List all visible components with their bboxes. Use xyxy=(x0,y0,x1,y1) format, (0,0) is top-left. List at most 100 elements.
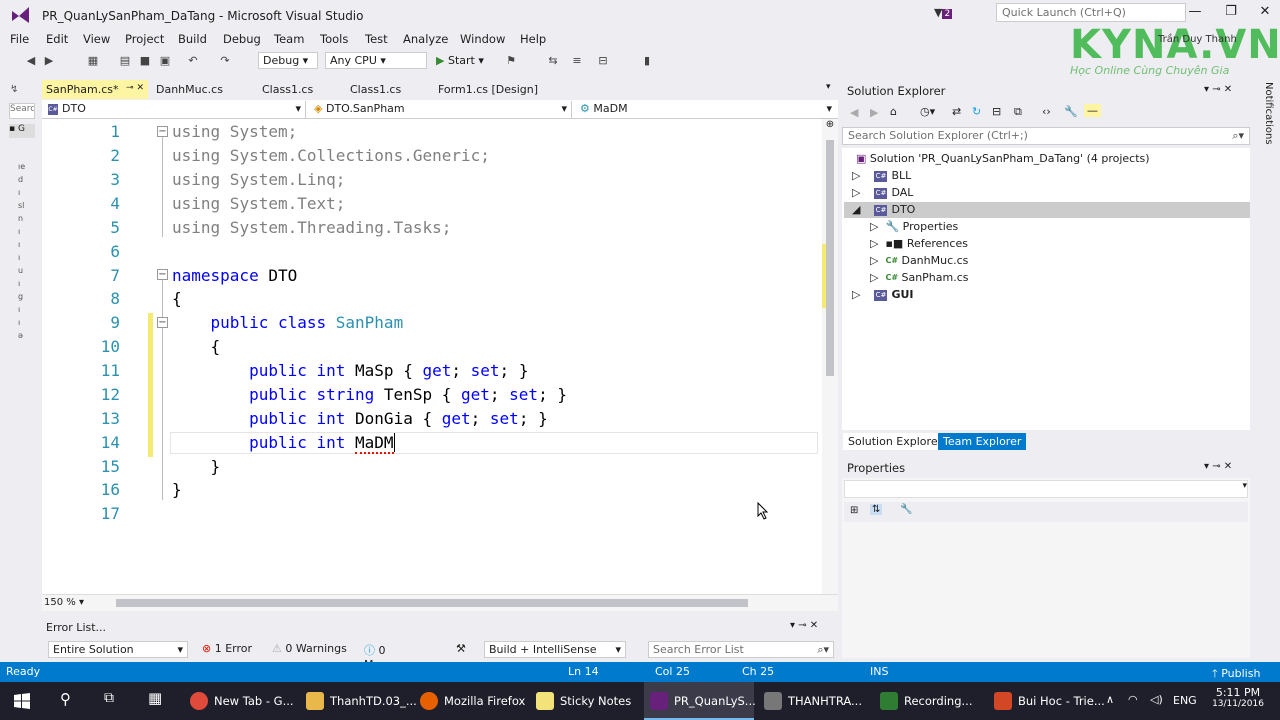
build-intellisense-select[interactable]: Build + IntelliSense ▾ xyxy=(484,641,626,658)
warnings-filter-button[interactable]: ⚠ 0 Warnings xyxy=(268,641,354,658)
search-icon[interactable]: ⚲ xyxy=(60,690,71,708)
menu-view[interactable]: View xyxy=(83,32,110,46)
menu-window[interactable]: Window xyxy=(460,32,505,46)
menu-tools[interactable]: Tools xyxy=(320,32,348,46)
solution-config-select[interactable]: Debug ▾ xyxy=(258,52,318,69)
show-all-files-icon[interactable]: ⧉ xyxy=(1014,105,1022,119)
horizontal-scroll-thumb[interactable] xyxy=(116,599,748,607)
save-all-icon[interactable]: ▣ xyxy=(158,54,172,68)
properties-object-select[interactable]: ▾ xyxy=(844,480,1248,498)
expand-icon[interactable]: ▷ xyxy=(870,271,878,284)
menu-analyze[interactable]: Analyze xyxy=(403,32,448,46)
clock[interactable]: 5:11 PM 13/11/2016 xyxy=(1212,686,1264,709)
sync-icon[interactable]: ⇄ xyxy=(952,105,961,118)
back-icon[interactable]: ◀ xyxy=(850,106,858,119)
menu-edit[interactable]: Edit xyxy=(46,32,68,46)
error-filter-icon[interactable]: ⚒ xyxy=(452,641,476,658)
class-dropdown[interactable]: ◈ DTO.SanPham ▾ xyxy=(310,101,572,118)
notifications-flag[interactable]: ▼ 2 xyxy=(934,6,953,19)
tab-team-explorer[interactable]: Team Explorer xyxy=(938,433,1027,450)
language-indicator[interactable]: ENG xyxy=(1173,694,1197,707)
taskbar-powerpoint[interactable]: Bui Hoc - Trie... xyxy=(988,682,1105,720)
error-scope-select[interactable]: Entire Solution ▾ xyxy=(48,641,188,658)
collapse-icon[interactable]: ◢ xyxy=(852,203,860,216)
expand-icon[interactable]: ▷ xyxy=(870,237,878,250)
server-explorer-tab[interactable]: ↯ xyxy=(10,84,18,95)
tray-chevron-icon[interactable]: ∧ xyxy=(1106,693,1114,706)
windows-start-icon[interactable] xyxy=(14,693,30,709)
menu-team[interactable]: Team xyxy=(274,32,304,46)
toolbox-general[interactable]: ▪ G xyxy=(9,124,35,138)
view-code-icon[interactable]: ‹› xyxy=(1042,105,1051,118)
expand-icon[interactable]: ▷ xyxy=(870,254,878,267)
taskbar-firefox[interactable]: Mozilla Firefox xyxy=(414,682,526,720)
menu-build[interactable]: Build xyxy=(178,32,207,46)
undo-icon[interactable]: ↶ xyxy=(186,54,200,68)
tab-danhmuc[interactable]: DanhMuc.cs xyxy=(152,80,252,99)
properties-icon[interactable]: 🔧 xyxy=(1064,105,1078,118)
back-icon[interactable]: ◀ xyxy=(24,54,38,68)
solution-explorer-search[interactable]: Search Solution Explorer (Ctrl+;) ⌕▾ xyxy=(842,127,1250,145)
forward-icon[interactable]: ▶ xyxy=(42,54,56,68)
property-pages-icon[interactable]: 🔧 xyxy=(900,504,912,515)
expand-icon[interactable]: ▷ xyxy=(852,288,860,301)
tab-form1-design[interactable]: Form1.cs [Design] xyxy=(434,80,554,99)
network-icon[interactable]: ◠ xyxy=(1128,693,1138,706)
refresh-icon[interactable]: ↻ xyxy=(972,105,981,118)
member-dropdown[interactable]: ⚙ MaDM ▾ xyxy=(576,101,836,118)
tree-file-sanpham[interactable]: ▷ C# SanPham.cs xyxy=(870,271,969,284)
taskbar-recording[interactable]: Recording... xyxy=(874,682,986,720)
platform-select[interactable]: Any CPU ▾ xyxy=(325,52,427,69)
tab-dropdown-icon[interactable]: ▾ xyxy=(826,82,831,92)
maximize-button[interactable]: ❐ xyxy=(1216,4,1246,22)
pin-icon[interactable]: ⊸ ✕ xyxy=(126,83,144,93)
minimize-button[interactable]: — xyxy=(1180,4,1210,22)
tree-project-dal[interactable]: ▷ C# DAL xyxy=(852,186,913,199)
messages-filter-button[interactable]: ⓘ 0 Messages xyxy=(360,641,442,671)
collapse-icon[interactable]: − xyxy=(157,269,168,280)
notifications-side-tab[interactable]: Notifications xyxy=(1258,82,1274,192)
errors-filter-button[interactable]: ⊗ 1 Error xyxy=(198,641,260,658)
tree-references[interactable]: ▷ ▪■ References xyxy=(870,237,968,250)
tab-sanpham[interactable]: SanPham.cs* ⊸ ✕ xyxy=(42,80,148,99)
bookmark-icon[interactable]: ▮ xyxy=(640,54,654,68)
home-icon[interactable]: ⌂ xyxy=(890,105,897,118)
taskbar-thanhtra[interactable]: THANHTRA... xyxy=(758,682,870,720)
pending-changes-icon[interactable]: ◷▾ xyxy=(920,105,935,118)
alphabetical-icon[interactable]: ⇅ xyxy=(870,504,883,515)
quick-launch-input[interactable]: Quick Launch (Ctrl+Q) xyxy=(996,3,1186,22)
start-button[interactable]: ▶ Start ▾ xyxy=(436,54,484,67)
panel-controls[interactable]: ▾ ⊸ ✕ xyxy=(1204,461,1232,472)
split-icon[interactable]: ⊕ xyxy=(822,119,838,133)
tab-solution-explorer[interactable]: Solution Explorer xyxy=(843,433,948,450)
taskbar-sticky-notes[interactable]: Sticky Notes xyxy=(530,682,640,720)
tab-class1-a[interactable]: Class1.cs xyxy=(258,80,338,99)
toolbar-icon-1[interactable]: ⚑ xyxy=(504,54,518,68)
task-view-icon[interactable]: ⧉ xyxy=(104,690,114,706)
project-dropdown[interactable]: C# DTO ▾ xyxy=(44,101,306,118)
calculator-icon[interactable]: ▦ xyxy=(148,689,162,707)
panel-controls[interactable]: ▾ ⊸ ✕ xyxy=(1204,84,1232,95)
code-editor[interactable] xyxy=(42,119,822,594)
collapse-icon[interactable]: − xyxy=(157,126,168,137)
close-button[interactable]: ✕ xyxy=(1250,4,1280,22)
taskbar-folder[interactable]: ThanhTD.03_... xyxy=(300,682,417,720)
taskbar-chrome[interactable]: New Tab - G... xyxy=(184,682,294,720)
categorized-icon[interactable]: ⊞ xyxy=(850,505,858,516)
save-icon[interactable]: ■ xyxy=(138,54,152,68)
tab-class1-b[interactable]: Class1.cs xyxy=(346,80,426,99)
tree-solution[interactable]: ▣ Solution 'PR_QuanLySanPham_DaTang' (4 … xyxy=(856,152,1150,165)
toolbox-search[interactable]: Searc xyxy=(9,103,35,119)
menu-test[interactable]: Test xyxy=(365,32,388,46)
toolbar-icon-2[interactable]: ⇆ xyxy=(546,54,560,68)
menu-project[interactable]: Project xyxy=(125,32,164,46)
toolbar-icon-4[interactable]: ⊟ xyxy=(596,54,610,68)
tree-file-danhmuc[interactable]: ▷ C# DanhMuc.cs xyxy=(870,254,968,267)
collapse-all-icon[interactable]: ⊟ xyxy=(992,105,1001,118)
open-file-icon[interactable]: ▤ xyxy=(118,54,132,68)
scroll-thumb[interactable] xyxy=(826,140,834,376)
search-error-list-input[interactable]: Search Error List ⌕▾ xyxy=(648,641,834,658)
toolbar-icon-3[interactable]: ≡ xyxy=(570,54,584,68)
zoom-select[interactable]: 150 % ▾ xyxy=(44,597,100,609)
forward-icon[interactable]: ▶ xyxy=(870,106,878,119)
